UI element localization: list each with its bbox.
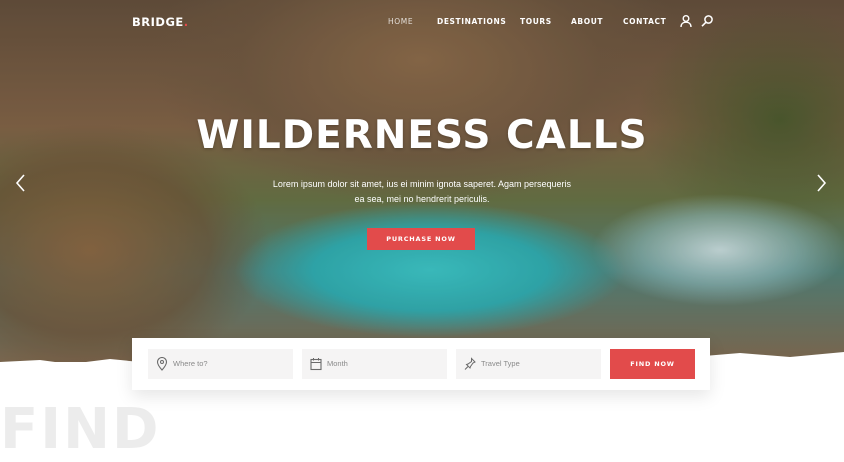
nav-item-about[interactable]: ABOUT — [571, 17, 603, 26]
purchase-now-button[interactable]: PURCHASE NOW — [367, 228, 475, 250]
section-big-word: FIND — [0, 397, 161, 462]
travel-type-field[interactable]: Travel Type — [456, 349, 601, 379]
site-header: BRIDGE. HOME DESTINATIONS TOURS ABOUT CO… — [0, 0, 844, 44]
brand-dot: . — [183, 15, 189, 29]
user-icon[interactable] — [679, 14, 693, 28]
find-now-button[interactable]: FIND NOW — [610, 349, 695, 379]
nav-item-home[interactable]: HOME — [388, 17, 413, 26]
brand-name: BRIDGE — [132, 15, 184, 29]
search-bar: Where to? Month Travel Type FIND NOW — [132, 338, 710, 390]
pin-icon — [464, 357, 476, 370]
hero-title: WILDERNESS CALLS — [196, 113, 648, 158]
search-icon[interactable] — [700, 14, 714, 28]
hero-subtitle: Lorem ipsum dolor sit amet, ius ei minim… — [272, 179, 572, 204]
where-to-placeholder: Where to? — [173, 359, 208, 368]
chevron-right-icon[interactable] — [812, 172, 830, 194]
map-pin-icon — [156, 357, 168, 371]
nav-item-contact[interactable]: CONTACT — [623, 17, 666, 26]
month-placeholder: Month — [327, 359, 348, 368]
where-to-field[interactable]: Where to? — [148, 349, 293, 379]
brand-logo[interactable]: BRIDGE. — [132, 15, 189, 29]
nav-item-tours[interactable]: TOURS — [520, 17, 552, 26]
nav-item-destinations[interactable]: DESTINATIONS — [437, 17, 506, 26]
travel-type-placeholder: Travel Type — [481, 359, 520, 368]
chevron-left-icon[interactable] — [12, 172, 30, 194]
calendar-icon — [310, 358, 322, 371]
month-field[interactable]: Month — [302, 349, 447, 379]
